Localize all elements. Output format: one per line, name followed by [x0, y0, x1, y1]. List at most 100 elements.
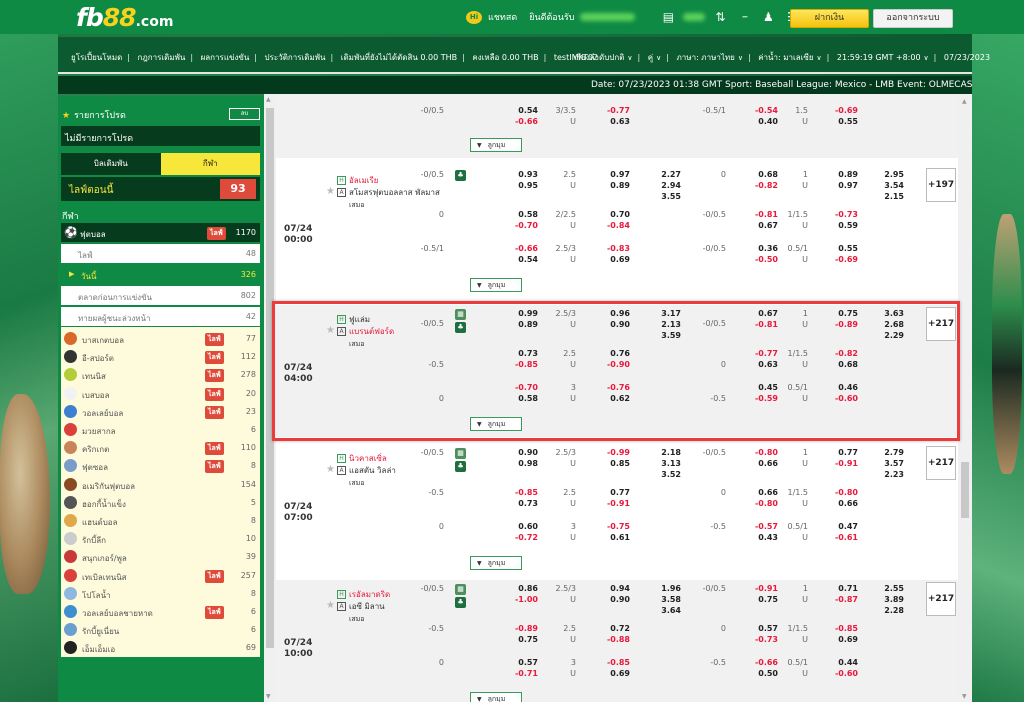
- live-chat-link[interactable]: แชทสด: [488, 10, 517, 24]
- lineup-icon[interactable]: ♣: [455, 322, 466, 333]
- scrollbar-thumb[interactable]: [266, 108, 274, 648]
- half-under-odds[interactable]: -0.89: [818, 320, 858, 329]
- handicap-home-odds[interactable]: 0.99: [498, 309, 538, 318]
- tab-sports[interactable]: กีฬา: [160, 153, 260, 175]
- under-odds[interactable]: -0.84: [590, 221, 630, 230]
- live-stats-icon[interactable]: ▦: [455, 584, 466, 595]
- half-under-odds[interactable]: -0.60: [818, 394, 858, 403]
- over-odds[interactable]: 0.94: [590, 584, 630, 593]
- half-1x2-odds[interactable]: 2.28: [864, 606, 904, 615]
- results-link[interactable]: ผลการแข่งขัน: [201, 53, 250, 62]
- corners-button[interactable]: ▼ ลูกมุม: [470, 417, 522, 431]
- 1x2-odds[interactable]: 3.13: [641, 459, 681, 468]
- over-odds[interactable]: -0.83: [590, 244, 630, 253]
- scroll-up-icon[interactable]: ▲: [266, 96, 271, 103]
- deposit-button[interactable]: ฝากเงิน: [790, 9, 869, 28]
- half-over-odds[interactable]: -0.85: [818, 624, 858, 633]
- over-odds[interactable]: 0.77: [590, 488, 630, 497]
- under-odds[interactable]: 0.69: [590, 255, 630, 264]
- over-odds[interactable]: -0.85: [590, 658, 630, 667]
- half-1x2-odds[interactable]: 2.29: [864, 331, 904, 340]
- handicap-away-odds[interactable]: -0.66: [498, 117, 538, 126]
- sidebar-item-sport[interactable]: อี-สปอร์ต ไลฟ์ 112: [61, 348, 260, 366]
- half-1x2-odds[interactable]: 2.15: [864, 192, 904, 201]
- 1x2-odds[interactable]: 1.96: [641, 584, 681, 593]
- half-under-odds[interactable]: 0.59: [818, 221, 858, 230]
- sidebar-item-sport[interactable]: สนุกเกอร์/พูล 39: [61, 548, 260, 566]
- over-odds[interactable]: 0.70: [590, 210, 630, 219]
- favorite-star-icon[interactable]: ★: [326, 600, 335, 611]
- handicap-away-odds[interactable]: -0.72: [498, 533, 538, 542]
- 1x2-odds[interactable]: 2.94: [641, 181, 681, 190]
- lineup-icon[interactable]: ♣: [455, 597, 466, 608]
- sidebar-item-sport[interactable]: เทเบิลเทนนิส ไลฟ์ 257: [61, 567, 260, 585]
- favorites-delete-button[interactable]: ลบ: [229, 108, 260, 120]
- live-stats-icon[interactable]: ▦: [455, 448, 466, 459]
- half-1x2-odds[interactable]: 3.63: [864, 309, 904, 318]
- 1x2-odds[interactable]: 3.55: [641, 192, 681, 201]
- half-under-odds[interactable]: 0.68: [818, 360, 858, 369]
- sidebar-item-sport[interactable]: แฮนด์บอล 8: [61, 512, 260, 530]
- corners-button[interactable]: ▼ ลูกมุม: [470, 138, 522, 152]
- under-odds[interactable]: 0.63: [590, 117, 630, 126]
- under-odds[interactable]: 0.90: [590, 320, 630, 329]
- handicap-home-odds[interactable]: -0.85: [498, 488, 538, 497]
- half-under-odds[interactable]: -0.61: [818, 533, 858, 542]
- 1x2-odds[interactable]: 3.64: [641, 606, 681, 615]
- over-odds[interactable]: 0.97: [590, 170, 630, 179]
- handicap-away-odds[interactable]: 0.95: [498, 181, 538, 190]
- left-scrollbar[interactable]: ▲ ▼: [264, 94, 276, 702]
- more-markets-button[interactable]: +217: [926, 307, 956, 341]
- language-dropdown[interactable]: ภาษา: ภาษาไทย ∨: [677, 53, 743, 62]
- favorite-star-icon[interactable]: ★: [326, 325, 335, 336]
- half-1x2-odds[interactable]: 3.54: [864, 181, 904, 190]
- logo[interactable]: fb88.com: [76, 3, 173, 32]
- live-stats-icon[interactable]: ▦: [455, 309, 466, 320]
- betting-rules-link[interactable]: กฎการเดิมพัน: [138, 53, 186, 62]
- lineup-icon[interactable]: ♣: [455, 170, 466, 181]
- corners-button[interactable]: ▼ ลูกมุม: [470, 692, 522, 702]
- favorite-star-icon[interactable]: ★: [326, 464, 335, 475]
- half-1x2-odds[interactable]: 3.57: [864, 459, 904, 468]
- handicap-home-odds[interactable]: -0.66: [498, 244, 538, 253]
- chat-icon[interactable]: Hi: [466, 10, 482, 24]
- half-1x2-odds[interactable]: 2.95: [864, 170, 904, 179]
- pending-bets[interactable]: เดิมพันที่ยังไม่ได้ตัดสิน 0.00 THB: [341, 53, 457, 62]
- handicap-away-odds[interactable]: -0.71: [498, 669, 538, 678]
- half-under-odds[interactable]: -0.87: [818, 595, 858, 604]
- more-markets-button[interactable]: +197: [926, 168, 956, 202]
- under-odds[interactable]: 0.85: [590, 459, 630, 468]
- under-odds[interactable]: -0.91: [590, 499, 630, 508]
- sidebar-item-sport[interactable]: เอ็มเอ็มเอ 69: [61, 639, 260, 657]
- handicap-away-odds[interactable]: -1.00: [498, 595, 538, 604]
- sidebar-item-sport[interactable]: ฮอกกี้น้ำแข็ง 5: [61, 494, 260, 512]
- lineup-icon[interactable]: ♣: [455, 461, 466, 472]
- sidebar-item-sport[interactable]: อเมริกันฟุตบอล 154: [61, 476, 260, 494]
- sidebar-item-sport[interactable]: เทนนิส ไลฟ์ 278: [61, 366, 260, 384]
- under-odds[interactable]: 0.61: [590, 533, 630, 542]
- half-under-odds[interactable]: -0.60: [818, 669, 858, 678]
- half-over-odds[interactable]: 0.77: [818, 448, 858, 457]
- half-under-odds[interactable]: 0.55: [818, 117, 858, 126]
- handicap-home-odds[interactable]: 0.86: [498, 584, 538, 593]
- 1x2-odds[interactable]: 2.18: [641, 448, 681, 457]
- sidebar-item-football-sub[interactable]: ▶ วันนี้ 326: [61, 265, 260, 284]
- handicap-away-odds[interactable]: 0.54: [498, 255, 538, 264]
- over-odds[interactable]: 0.76: [590, 349, 630, 358]
- under-odds[interactable]: 0.62: [590, 394, 630, 403]
- half-over-odds[interactable]: 0.75: [818, 309, 858, 318]
- right-scrollbar[interactable]: ▲ ▼: [958, 94, 972, 702]
- clock-dropdown[interactable]: 21:59:19 GMT +8:00 ∨: [837, 53, 929, 62]
- handicap-home-odds[interactable]: 0.90: [498, 448, 538, 457]
- scroll-up-icon[interactable]: ▲: [962, 98, 967, 105]
- half-1x2-odds[interactable]: 2.23: [864, 470, 904, 479]
- handicap-home-odds[interactable]: 0.60: [498, 522, 538, 531]
- handicap-home-odds[interactable]: 0.57: [498, 658, 538, 667]
- 1x2-odds[interactable]: 2.13: [641, 320, 681, 329]
- sidebar-item-sport[interactable]: ฟุตซอล ไลฟ์ 8: [61, 457, 260, 475]
- half-over-odds[interactable]: 0.47: [818, 522, 858, 531]
- away-team[interactable]: A เอซี มิลาน: [337, 600, 385, 613]
- half-under-odds[interactable]: -0.69: [818, 255, 858, 264]
- 1x2-odds[interactable]: 2.27: [641, 170, 681, 179]
- half-over-odds[interactable]: 0.55: [818, 244, 858, 253]
